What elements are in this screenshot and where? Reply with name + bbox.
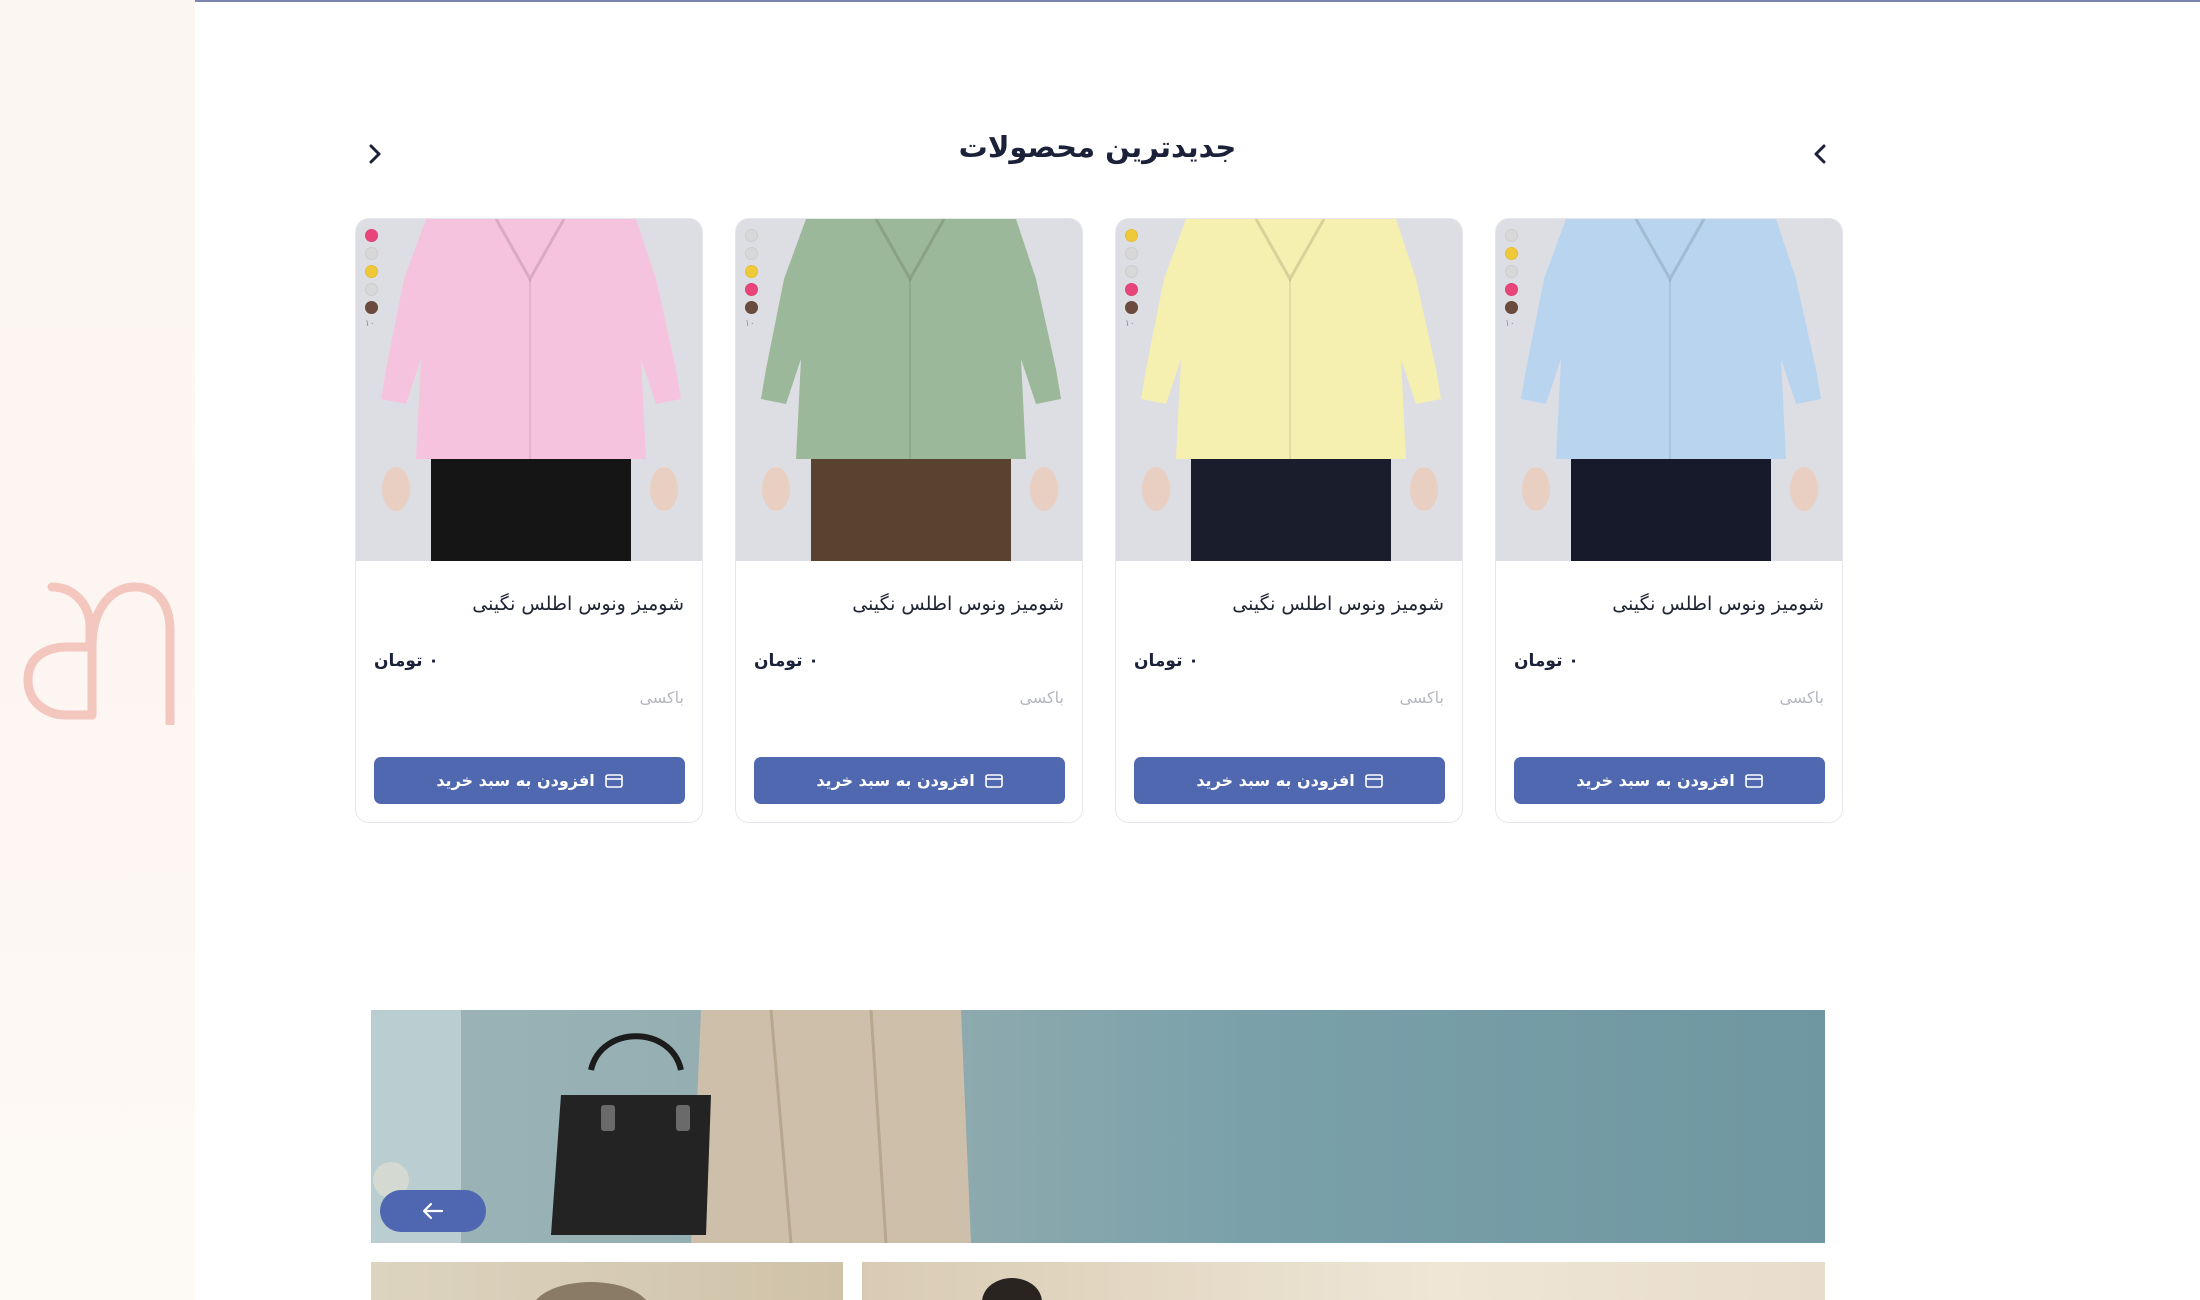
color-swatch[interactable] xyxy=(745,265,758,278)
carousel-prev-button[interactable] xyxy=(1805,137,1835,171)
arrow-left-icon xyxy=(422,1202,444,1220)
product-card[interactable]: ۱۰ شومیز ونوس اطلس نگینی ۰ تومان باکسی ا… xyxy=(735,218,1083,823)
card-icon xyxy=(604,773,623,788)
header-divider xyxy=(0,0,2200,2)
brand-logo xyxy=(23,582,175,725)
color-swatch[interactable] xyxy=(365,247,378,260)
chevron-right-icon xyxy=(1814,144,1826,164)
product-title[interactable]: شومیز ونوس اطلس نگینی xyxy=(1612,593,1824,615)
tile-photo xyxy=(536,1282,646,1300)
section-title: جدیدترین محصولات xyxy=(958,130,1237,164)
color-swatch[interactable] xyxy=(1505,229,1518,242)
color-swatch[interactable] xyxy=(1125,283,1138,296)
add-to-cart-label: افزودن به سبد خرید xyxy=(816,771,975,790)
color-swatches: ۱۰ xyxy=(1125,229,1139,329)
page: جدیدترین محصولات ۱۰ شومیز ونوس اطلس نگین… xyxy=(0,0,2200,1300)
product-photo xyxy=(1116,219,1462,561)
product-photo xyxy=(356,219,702,561)
product-brand: باکسی xyxy=(1779,688,1824,707)
tile-photo xyxy=(982,1278,1042,1300)
category-tile[interactable] xyxy=(862,1262,1825,1300)
add-to-cart-label: افزودن به سبد خرید xyxy=(436,771,595,790)
color-swatch[interactable] xyxy=(1125,301,1138,314)
color-swatch[interactable] xyxy=(365,229,378,242)
color-swatch[interactable] xyxy=(1505,301,1518,314)
color-swatch[interactable] xyxy=(1505,283,1518,296)
swatch-count: ۱۰ xyxy=(1125,319,1135,329)
color-swatches: ۱۰ xyxy=(365,229,379,329)
color-swatch[interactable] xyxy=(745,229,758,242)
add-to-cart-label: افزودن به سبد خرید xyxy=(1576,771,1735,790)
banner-photo xyxy=(371,1010,971,1243)
swatch-count: ۱۰ xyxy=(365,319,375,329)
product-image[interactable]: ۱۰ xyxy=(1116,219,1462,561)
product-card[interactable]: ۱۰ شومیز ونوس اطلس نگینی ۰ تومان باکسی ا… xyxy=(1115,218,1463,823)
product-brand: باکسی xyxy=(1019,688,1064,707)
swatch-count: ۱۰ xyxy=(745,319,755,329)
color-swatches: ۱۰ xyxy=(1505,229,1519,329)
product-title[interactable]: شومیز ونوس اطلس نگینی xyxy=(472,593,684,615)
product-title[interactable]: شومیز ونوس اطلس نگینی xyxy=(1232,593,1444,615)
category-tile[interactable] xyxy=(371,1262,843,1300)
product-brand: باکسی xyxy=(1399,688,1444,707)
banner-cta-button[interactable] xyxy=(380,1190,486,1232)
product-image[interactable]: ۱۰ xyxy=(356,219,702,561)
chevron-left-icon xyxy=(369,144,381,164)
product-photo xyxy=(1496,219,1842,561)
color-swatch[interactable] xyxy=(1505,265,1518,278)
product-card[interactable]: ۱۰ شومیز ونوس اطلس نگینی ۰ تومان باکسی ا… xyxy=(355,218,703,823)
product-image[interactable]: ۱۰ xyxy=(1496,219,1842,561)
color-swatch[interactable] xyxy=(1505,247,1518,260)
product-brand: باکسی xyxy=(639,688,684,707)
color-swatch[interactable] xyxy=(365,265,378,278)
add-to-cart-button[interactable]: افزودن به سبد خرید xyxy=(1514,757,1825,804)
add-to-cart-button[interactable]: افزودن به سبد خرید xyxy=(374,757,685,804)
product-price: ۰ تومان xyxy=(374,651,439,671)
product-price: ۰ تومان xyxy=(1134,651,1199,671)
product-card[interactable]: ۱۰ شومیز ونوس اطلس نگینی ۰ تومان باکسی ا… xyxy=(1495,218,1843,823)
add-to-cart-label: افزودن به سبد خرید xyxy=(1196,771,1355,790)
card-icon xyxy=(1364,773,1383,788)
add-to-cart-button[interactable]: افزودن به سبد خرید xyxy=(1134,757,1445,804)
product-price: ۰ تومان xyxy=(1514,651,1579,671)
carousel-next-button[interactable] xyxy=(360,137,390,171)
color-swatch[interactable] xyxy=(365,283,378,296)
add-to-cart-button[interactable]: افزودن به سبد خرید xyxy=(754,757,1065,804)
product-price: ۰ تومان xyxy=(754,651,819,671)
card-icon xyxy=(984,773,1003,788)
color-swatch[interactable] xyxy=(745,247,758,260)
card-icon xyxy=(1744,773,1763,788)
color-swatch[interactable] xyxy=(1125,229,1138,242)
color-swatches: ۱۰ xyxy=(745,229,759,329)
color-swatch[interactable] xyxy=(745,301,758,314)
product-photo xyxy=(736,219,1082,561)
color-swatch[interactable] xyxy=(745,283,758,296)
color-swatch[interactable] xyxy=(1125,265,1138,278)
promo-banner[interactable] xyxy=(371,1010,1825,1243)
swatch-count: ۱۰ xyxy=(1505,319,1515,329)
color-swatch[interactable] xyxy=(1125,247,1138,260)
sidebar xyxy=(0,0,195,1300)
product-title[interactable]: شومیز ونوس اطلس نگینی xyxy=(852,593,1064,615)
color-swatch[interactable] xyxy=(365,301,378,314)
product-image[interactable]: ۱۰ xyxy=(736,219,1082,561)
